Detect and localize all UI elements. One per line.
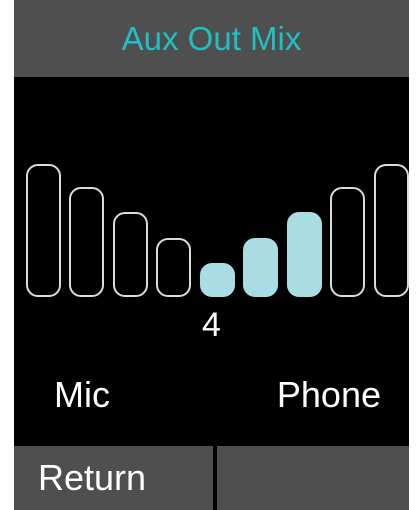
phone-label: Phone	[276, 374, 381, 415]
softkey-bar: Return	[14, 446, 409, 510]
mix-bar-center	[200, 263, 235, 297]
mix-bar-right-4	[374, 164, 409, 297]
mix-bar-left-2	[113, 212, 148, 297]
return-softkey[interactable]: Return	[14, 446, 213, 510]
mix-bar-left-3	[69, 187, 104, 297]
mix-bar-right-1	[243, 238, 278, 297]
mix-value: 4	[202, 306, 221, 344]
mix-bar-right-2	[287, 212, 322, 297]
mix-bar-right-3	[330, 187, 365, 297]
return-softkey-label: Return	[38, 457, 147, 498]
mic-label: Mic	[54, 374, 110, 415]
right-softkey[interactable]	[217, 446, 409, 510]
mix-bar-left-1	[156, 238, 191, 297]
mix-bar-left-4	[26, 164, 61, 297]
device-screen: Aux Out Mix 4 Mic Phone Return	[14, 0, 409, 510]
